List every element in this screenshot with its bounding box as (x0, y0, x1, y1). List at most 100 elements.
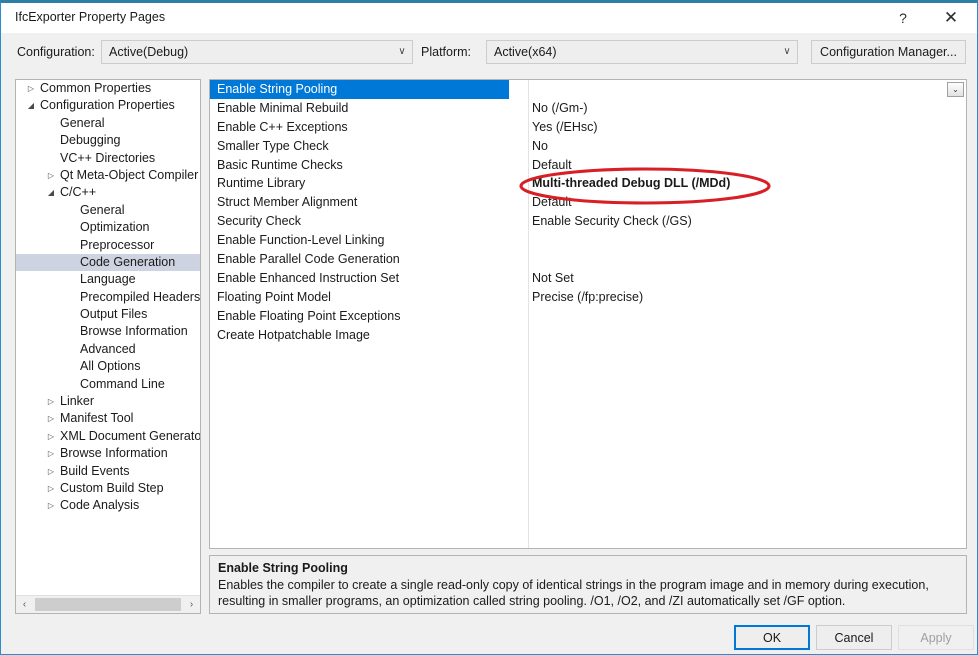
configuration-dropdown[interactable]: Active(Debug) ∨ (101, 40, 413, 64)
tree-item-code-analysis[interactable]: ▷ Code Analysis (16, 497, 200, 514)
tree-item-label: Browse Information (80, 324, 188, 339)
property-value[interactable]: Default (532, 156, 962, 175)
grid-row[interactable]: Smaller Type Check No (210, 137, 966, 156)
ok-button[interactable]: OK (734, 625, 810, 650)
tree-item-label: Debugging (60, 133, 121, 148)
property-value[interactable]: Default (532, 193, 962, 212)
tree-item-xml-document-generator[interactable]: ▷ XML Document Generator (16, 428, 200, 445)
expander-collapsed-icon[interactable]: ▷ (44, 480, 58, 498)
property-name: Security Check (217, 214, 302, 229)
property-name: Enable Enhanced Instruction Set (217, 270, 400, 285)
expander-expanded-icon[interactable]: ◢ (24, 97, 38, 115)
property-value[interactable]: Precise (/fp:precise) (532, 288, 962, 307)
expander-collapsed-icon[interactable]: ▷ (44, 428, 58, 446)
property-name: Enable Minimal Rebuild (217, 100, 349, 115)
help-icon[interactable]: ? (881, 3, 925, 33)
expander-collapsed-icon[interactable]: ▷ (44, 463, 58, 481)
tree-item-label: General (80, 202, 125, 217)
tree-item-debugging[interactable]: Debugging (16, 132, 200, 149)
grid-row[interactable]: Runtime Library Multi-threaded Debug DLL … (210, 174, 966, 193)
chevron-down-icon: ∨ (398, 46, 406, 57)
grid-row[interactable]: Struct Member Alignment Default (210, 193, 966, 212)
tree-item-command-line[interactable]: Command Line (16, 376, 200, 393)
scroll-left-icon[interactable]: ‹ (16, 596, 33, 613)
property-name: Enable Floating Point Exceptions (217, 308, 401, 323)
description-panel: Enable String Pooling Enables the compil… (209, 555, 967, 614)
property-value[interactable]: Multi-threaded Debug DLL (/MDd) (532, 174, 962, 193)
expander-collapsed-icon[interactable]: ▷ (44, 445, 58, 463)
tree-horizontal-scrollbar[interactable]: ‹ › (16, 595, 200, 613)
property-value[interactable]: No (/Gm-) (532, 99, 962, 118)
tree-item-qt-meta-object-compiler[interactable]: ▷ Qt Meta-Object Compiler (16, 167, 200, 184)
tree-item-linker[interactable]: ▷ Linker (16, 393, 200, 410)
configuration-value: Active(Debug) (109, 45, 189, 59)
grid-row[interactable]: Enable C++ Exceptions Yes (/EHsc) (210, 118, 966, 137)
tree-item-output-files[interactable]: Output Files (16, 306, 200, 323)
tree-item-label: Code Analysis (60, 498, 140, 513)
tree-item-optimization[interactable]: Optimization (16, 219, 200, 236)
expander-expanded-icon[interactable]: ◢ (44, 184, 58, 202)
grid-row[interactable]: Create Hotpatchable Image (210, 326, 966, 345)
tree-item-precompiled-headers[interactable]: Precompiled Headers (16, 289, 200, 306)
expander-collapsed-icon[interactable]: ▷ (44, 497, 58, 515)
value-dropdown-icon[interactable]: ⌄ (947, 82, 964, 97)
tree-item-custom-build-step[interactable]: ▷ Custom Build Step (16, 480, 200, 497)
tree-item-all-options[interactable]: All Options (16, 358, 200, 375)
tree-item-code-generation[interactable]: Code Generation (16, 253, 200, 272)
tree-item-preprocessor[interactable]: Preprocessor (16, 237, 200, 254)
property-name: Struct Member Alignment (217, 195, 358, 210)
expander-collapsed-icon[interactable]: ▷ (44, 410, 58, 428)
apply-button: Apply (898, 625, 974, 650)
tree-item-general[interactable]: General (16, 115, 200, 132)
tree-item-label: Advanced (80, 341, 136, 356)
tree-item-build-events[interactable]: ▷ Build Events (16, 463, 200, 480)
grid-row[interactable]: Enable Parallel Code Generation (210, 250, 966, 269)
tree-item-vc-directories[interactable]: VC++ Directories (16, 150, 200, 167)
platform-value: Active(x64) (494, 45, 557, 59)
tree-item-label: Command Line (80, 376, 165, 391)
property-value[interactable]: Not Set (532, 269, 962, 288)
grid-row[interactable]: Enable Floating Point Exceptions (210, 307, 966, 326)
property-value[interactable]: Enable Security Check (/GS) (532, 212, 962, 231)
grid-row[interactable]: Floating Point Model Precise (/fp:precise… (210, 288, 966, 307)
platform-dropdown[interactable]: Active(x64) ∨ (486, 40, 798, 64)
property-name: Enable Function-Level Linking (217, 233, 385, 248)
grid-row[interactable]: Enable Function-Level Linking (210, 231, 966, 250)
tree-item-label: Preprocessor (80, 237, 155, 252)
property-name: Smaller Type Check (217, 138, 329, 153)
scroll-right-icon[interactable]: › (183, 596, 200, 613)
tree-item-label: C/C++ (60, 185, 97, 200)
tree-item-label: Optimization (80, 220, 150, 235)
property-name: Enable String Pooling (217, 82, 338, 96)
expander-collapsed-icon[interactable]: ▷ (24, 80, 38, 98)
close-icon[interactable]: ✕ (929, 3, 973, 33)
chevron-down-icon: ∨ (783, 46, 791, 57)
grid-row[interactable]: Enable Enhanced Instruction Set Not Set (210, 269, 966, 288)
expander-collapsed-icon[interactable]: ▷ (44, 393, 58, 411)
configuration-manager-button[interactable]: Configuration Manager... (811, 40, 966, 64)
grid-row[interactable]: Security Check Enable Security Check (/GS… (210, 212, 966, 231)
tree-item-common-properties[interactable]: ▷ Common Properties (16, 80, 200, 97)
property-value[interactable]: No (532, 137, 962, 156)
description-body: Enables the compiler to create a single … (218, 578, 929, 608)
tree-item-label: General (60, 115, 105, 130)
grid-row[interactable]: Basic Runtime Checks Default (210, 156, 966, 175)
tree-item-browse-information[interactable]: ▷ Browse Information (16, 445, 200, 462)
property-value[interactable]: Yes (/EHsc) (532, 118, 962, 137)
title-bar: IfcExporter Property Pages ? ✕ (1, 3, 977, 33)
grid-row[interactable]: Enable String Pooling (210, 80, 966, 99)
cancel-button[interactable]: Cancel (816, 625, 892, 650)
tree-item-advanced[interactable]: Advanced (16, 341, 200, 358)
tree-item-general[interactable]: General (16, 202, 200, 219)
tree-item-label: VC++ Directories (60, 150, 156, 165)
configuration-toolbar: Configuration: Active(Debug) ∨ Platform:… (1, 36, 977, 72)
grid-row[interactable]: Enable Minimal Rebuild No (/Gm-) (210, 99, 966, 118)
tree-item-c-c[interactable]: ◢ C/C++ (16, 184, 200, 201)
tree-item-language[interactable]: Language (16, 271, 200, 288)
expander-collapsed-icon[interactable]: ▷ (44, 167, 58, 185)
tree-item-manifest-tool[interactable]: ▷ Manifest Tool (16, 410, 200, 427)
tree-item-browse-information[interactable]: Browse Information (16, 323, 200, 340)
tree-item-configuration-properties[interactable]: ◢ Configuration Properties (16, 97, 200, 114)
property-pages-dialog: IfcExporter Property Pages ? ✕ Configura… (0, 0, 978, 655)
scrollbar-thumb[interactable] (35, 598, 181, 611)
